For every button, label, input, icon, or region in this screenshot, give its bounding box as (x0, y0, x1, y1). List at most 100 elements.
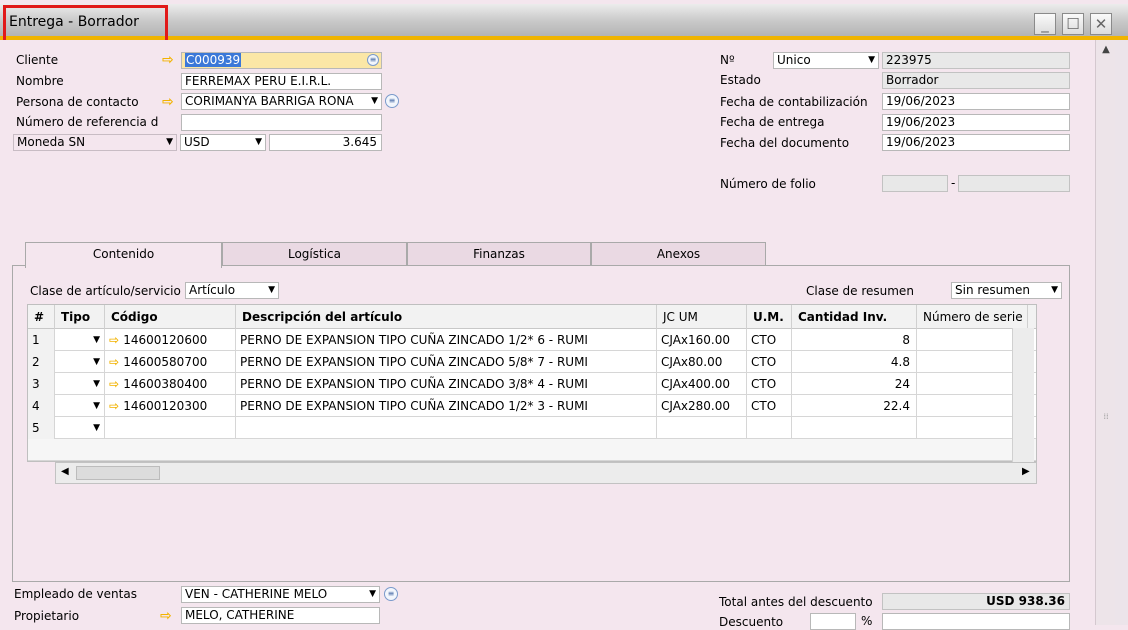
col-tipo[interactable]: Tipo (55, 305, 105, 329)
nombre-field[interactable]: FERREMAX PERU E.I.R.L. (181, 73, 382, 90)
cell-um[interactable] (747, 417, 792, 439)
item-link-arrow-icon[interactable]: ⇨ (109, 355, 123, 369)
cliente-link-arrow-icon[interactable]: ⇨ (162, 53, 174, 67)
chevron-down-icon[interactable]: ▼ (93, 417, 100, 439)
folio-number-field[interactable] (958, 175, 1070, 192)
cell-cantidad[interactable]: 8 (792, 329, 917, 351)
descuento-amount-field[interactable] (882, 613, 1070, 630)
item-link-arrow-icon[interactable]: ⇨ (109, 399, 123, 413)
cell-codigo[interactable] (105, 417, 236, 439)
descuento-pct-field[interactable] (810, 613, 856, 630)
scroll-right-icon[interactable]: ▶ (1022, 466, 1030, 477)
fecha-entrega-field[interactable]: 19/06/2023 (882, 114, 1070, 131)
cell-descripcion[interactable]: PERNO DE EXPANSION TIPO CUÑA ZINCADO 1/2… (236, 395, 657, 417)
close-button[interactable]: ✕ (1090, 13, 1112, 35)
chevron-down-icon[interactable]: ▼ (93, 351, 100, 373)
cell-cantidad[interactable] (792, 417, 917, 439)
cell-cantidad[interactable]: 22.4 (792, 395, 917, 417)
folio-label: Número de folio (720, 177, 816, 191)
moneda-type-select[interactable]: Moneda SN ▼ (13, 134, 177, 151)
cell-jcum[interactable]: CJAx400.00 (657, 373, 747, 395)
cell-num[interactable]: 5 (28, 417, 55, 439)
fecha-contab-field[interactable]: 19/06/2023 (882, 93, 1070, 110)
col-num[interactable]: # (28, 305, 55, 329)
list-icon[interactable]: ≡ (367, 54, 379, 66)
form-scrollbar[interactable]: ▲ ⁞⁞ (1095, 40, 1115, 625)
referencia-field[interactable] (181, 114, 382, 131)
cell-descripcion[interactable] (236, 417, 657, 439)
col-descripcion[interactable]: Descripción del artículo (236, 305, 657, 329)
cell-um[interactable]: CTO (747, 329, 792, 351)
clase-select[interactable]: Artículo ▼ (185, 282, 279, 299)
scroll-thumb[interactable] (76, 466, 160, 480)
cell-codigo[interactable]: ⇨ 14600120300 (105, 395, 236, 417)
col-cantidad[interactable]: Cantidad Inv. (792, 305, 917, 329)
items-table[interactable]: # Tipo Código Descripción del artículo J… (27, 304, 1037, 462)
cell-jcum[interactable]: CJAx160.00 (657, 329, 747, 351)
table-row[interactable]: 2 ▼ ⇨ 14600580700 PERNO DE EXPANSION TIPO C… (28, 351, 1036, 373)
cell-jcum[interactable]: CJAx80.00 (657, 351, 747, 373)
item-link-arrow-icon[interactable]: ⇨ (109, 333, 123, 347)
table-row[interactable]: 3 ▼ ⇨ 14600380400 PERNO DE EXPANSION TIPO C… (28, 373, 1036, 395)
resumen-select[interactable]: Sin resumen ▼ (951, 282, 1062, 299)
exchange-rate-field[interactable]: 3.645 (269, 134, 382, 151)
scroll-up-icon[interactable]: ▲ (1096, 44, 1116, 55)
cell-tipo[interactable]: ▼ (55, 351, 105, 373)
col-jcum[interactable]: JC UM (657, 305, 747, 329)
cell-descripcion[interactable]: PERNO DE EXPANSION TIPO CUÑA ZINCADO 3/8… (236, 373, 657, 395)
fecha-doc-field[interactable]: 19/06/2023 (882, 134, 1070, 151)
chevron-down-icon[interactable]: ▼ (93, 329, 100, 351)
cell-descripcion[interactable]: PERNO DE EXPANSION TIPO CUÑA ZINCADO 1/2… (236, 329, 657, 351)
cell-num[interactable]: 4 (28, 395, 55, 417)
contacto-list-icon[interactable]: ≡ (385, 94, 399, 108)
cell-um[interactable]: CTO (747, 395, 792, 417)
tab-anexos[interactable]: Anexos (591, 242, 766, 266)
cell-tipo[interactable]: ▼ (55, 329, 105, 351)
cliente-field[interactable]: C000939 ≡ (181, 52, 382, 69)
empleado-list-icon[interactable]: ≡ (384, 587, 398, 601)
cell-num[interactable]: 1 (28, 329, 55, 351)
empleado-select[interactable]: VEN - CATHERINE MELO ▼ (181, 586, 380, 603)
chevron-down-icon[interactable]: ▼ (93, 395, 100, 417)
chevron-down-icon[interactable]: ▼ (93, 373, 100, 395)
cell-cantidad[interactable]: 4.8 (792, 351, 917, 373)
table-row[interactable]: 5 ▼ (28, 417, 1036, 439)
jcum-value: CJAx160.00 (661, 333, 731, 347)
minimize-button[interactable]: _ (1034, 13, 1056, 35)
maximize-button[interactable]: ☐ (1062, 13, 1084, 35)
cell-tipo[interactable]: ▼ (55, 395, 105, 417)
tab-contenido[interactable]: Contenido (25, 242, 222, 268)
cell-cantidad[interactable]: 24 (792, 373, 917, 395)
contacto-link-arrow-icon[interactable]: ⇨ (162, 95, 174, 109)
cell-num[interactable]: 3 (28, 373, 55, 395)
table-row[interactable]: 1 ▼ ⇨ 14600120600 PERNO DE EXPANSION TIPO C… (28, 329, 1036, 351)
col-codigo[interactable]: Código (105, 305, 236, 329)
cell-jcum[interactable]: CJAx280.00 (657, 395, 747, 417)
col-serie[interactable]: Número de serie (917, 305, 1028, 329)
cell-tipo[interactable]: ▼ (55, 417, 105, 439)
scroll-grip-icon[interactable]: ⁞⁞ (1096, 412, 1116, 421)
contacto-select[interactable]: CORIMANYA BARRIGA RONA ▼ (181, 93, 382, 110)
cell-descripcion[interactable]: PERNO DE EXPANSION TIPO CUÑA ZINCADO 5/8… (236, 351, 657, 373)
cell-codigo[interactable]: ⇨ 14600380400 (105, 373, 236, 395)
cell-codigo[interactable]: ⇨ 14600120600 (105, 329, 236, 351)
folio-prefix-field[interactable] (882, 175, 948, 192)
series-select[interactable]: Unico ▼ (773, 52, 879, 69)
col-um[interactable]: U.M. (747, 305, 792, 329)
cell-jcum[interactable] (657, 417, 747, 439)
item-link-arrow-icon[interactable]: ⇨ (109, 377, 123, 391)
scroll-left-icon[interactable]: ◀ (61, 466, 69, 477)
cell-tipo[interactable]: ▼ (55, 373, 105, 395)
propietario-link-arrow-icon[interactable]: ⇨ (160, 609, 172, 623)
cell-um[interactable]: CTO (747, 373, 792, 395)
cell-codigo[interactable]: ⇨ 14600580700 (105, 351, 236, 373)
currency-select[interactable]: USD ▼ (180, 134, 266, 151)
cell-num[interactable]: 2 (28, 351, 55, 373)
cell-um[interactable]: CTO (747, 351, 792, 373)
table-row[interactable]: 4 ▼ ⇨ 14600120300 PERNO DE EXPANSION TIPO C… (28, 395, 1036, 417)
table-vertical-scrollbar[interactable] (1012, 328, 1034, 462)
propietario-field[interactable]: MELO, CATHERINE (181, 607, 380, 624)
table-horizontal-scrollbar[interactable]: ◀ ▶ (55, 462, 1037, 484)
tab-finanzas[interactable]: Finanzas (407, 242, 591, 266)
tab-logistica[interactable]: Logística (222, 242, 407, 266)
